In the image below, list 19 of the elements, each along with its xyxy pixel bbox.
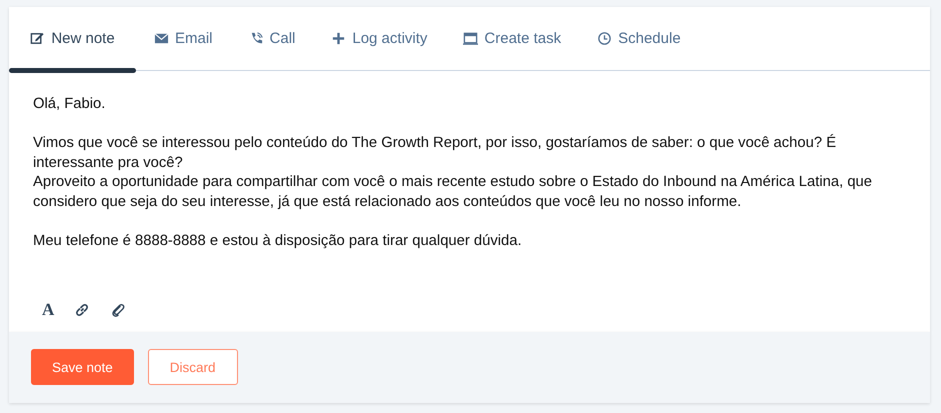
envelope-icon	[154, 31, 169, 46]
paperclip-icon[interactable]	[110, 302, 126, 318]
tab[interactable]: Call	[230, 7, 314, 70]
save-button[interactable]: Save note	[31, 349, 134, 385]
plus-icon	[331, 31, 346, 46]
text-format-button[interactable]: A	[42, 300, 54, 320]
tab[interactable]: New note	[9, 7, 136, 70]
tab[interactable]: Log activity	[313, 7, 446, 70]
link-icon[interactable]	[74, 302, 90, 318]
note-text: Aproveito a oportunidade para compartilhar com você o mais recente estudo sobre o Estado do Inbound na América Latina, que considero que seja do seu interesse, já que está relacionado aos conteúdos que você leu no nosso informe.	[33, 173, 874, 212]
note-text: Vimos que você se interessou pelo conteúdo do The Growth Report, por isso, gostaríamos de saber: o que você achou? É interessante pra você?	[33, 134, 838, 172]
tab[interactable]: Email	[136, 7, 231, 70]
note-text: Olá, Fabio.	[33, 95, 106, 114]
note-text: Meu telefone é 8888-8888 e estou à disposição para tirar qualquer dúvida.	[33, 232, 523, 250]
window-icon	[463, 31, 478, 46]
clock-icon	[597, 31, 612, 46]
tab[interactable]: Create task	[445, 7, 580, 70]
edit-icon	[30, 31, 46, 46]
tab[interactable]: Schedule	[579, 7, 699, 70]
